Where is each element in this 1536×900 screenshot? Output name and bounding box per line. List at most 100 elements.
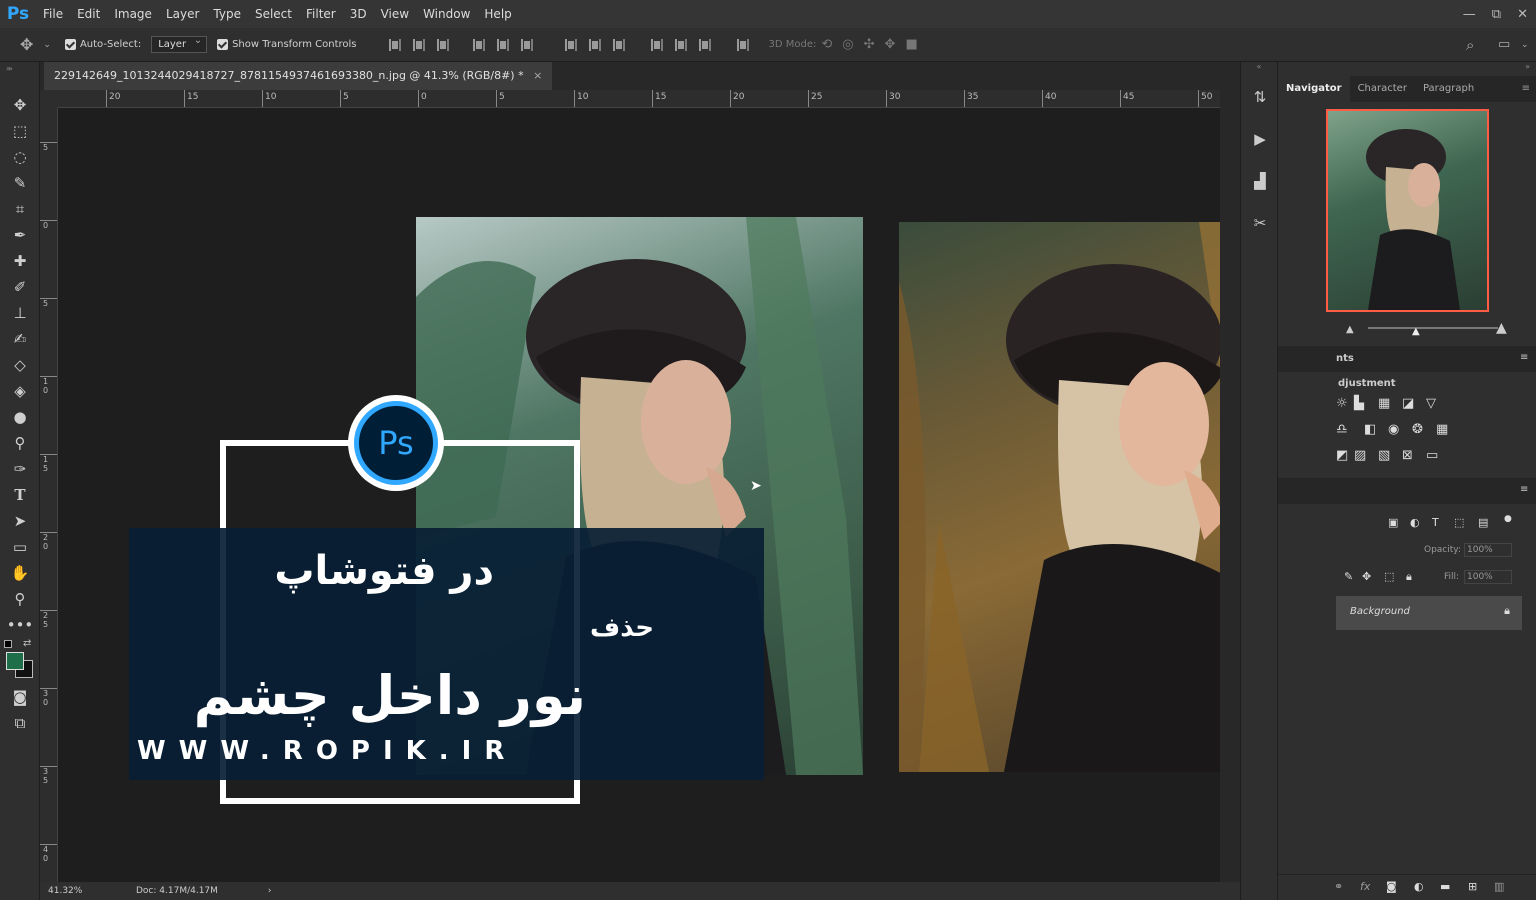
swap-colors-icon[interactable]: ⇄ (23, 638, 31, 649)
hand-tool-icon[interactable]: ✋ (0, 560, 40, 586)
lock-position-icon[interactable]: ✥ (1362, 570, 1371, 583)
align-right-icon[interactable] (520, 38, 533, 51)
filter-image-icon[interactable]: ▣ (1388, 516, 1398, 529)
new-group-icon[interactable]: ▬ (1440, 880, 1450, 893)
selective-color-icon[interactable]: ⊠ (1402, 448, 1413, 463)
align-top-icon[interactable] (388, 38, 401, 51)
collapse-icon[interactable]: » (1278, 62, 1536, 76)
distribute-vcenter-icon[interactable] (588, 38, 601, 51)
menu-type[interactable]: Type (206, 0, 248, 28)
chevron-down-icon[interactable]: ⌄ (43, 40, 51, 50)
channel-mixer-icon[interactable]: ❂ (1412, 422, 1423, 437)
brush-panel-icon[interactable]: ✂ (1241, 202, 1279, 244)
quick-mask-icon[interactable]: ◙ (0, 684, 40, 710)
workspace-icon[interactable]: ▭ (1498, 37, 1510, 52)
new-layer-icon[interactable]: ⊞ (1468, 880, 1477, 893)
move-tool-icon[interactable]: ✥ (20, 35, 33, 54)
clone-stamp-tool-icon[interactable]: ⊥ (0, 300, 40, 326)
screen-mode-icon[interactable]: ⧉ (0, 710, 40, 736)
auto-align-icon[interactable] (736, 38, 749, 51)
crop-tool-icon[interactable]: ⌗ (0, 196, 40, 222)
pen-tool-icon[interactable]: ✑ (0, 456, 40, 482)
minimize-button[interactable]: — (1463, 7, 1476, 22)
gradient-map-icon[interactable]: ▭ (1426, 448, 1438, 463)
tab-paragraph[interactable]: Paragraph (1415, 76, 1482, 102)
history-brush-tool-icon[interactable]: ✍ (0, 326, 40, 352)
healing-brush-tool-icon[interactable]: ✚ (0, 248, 40, 274)
lock-pixels-icon[interactable]: ✎ (1344, 570, 1353, 583)
distribute-bottom-icon[interactable] (612, 38, 625, 51)
lock-artboard-icon[interactable]: ⬚ (1384, 570, 1394, 583)
workspace-chevron-icon[interactable]: ⌄ (1521, 40, 1529, 50)
link-layers-icon[interactable]: ⚭ (1334, 880, 1343, 893)
eyedropper-tool-icon[interactable]: ✒ (0, 222, 40, 248)
show-transform-checkbox[interactable] (217, 39, 229, 50)
menu-edit[interactable]: Edit (70, 0, 107, 28)
panel-menu-icon[interactable]: ≡ (1522, 76, 1536, 102)
blur-tool-icon[interactable]: ● (0, 404, 40, 430)
filter-smart-object-icon[interactable]: ▤ (1478, 516, 1488, 529)
invert-icon[interactable]: ◩ (1336, 448, 1348, 463)
align-bottom-icon[interactable] (436, 38, 449, 51)
color-lookup-icon[interactable]: ▦ (1436, 422, 1448, 437)
rectangle-tool-icon[interactable]: ▭ (0, 534, 40, 560)
tab-adjustments[interactable]: nts (1336, 353, 1354, 364)
distribute-right-icon[interactable] (698, 38, 711, 51)
marquee-tool-icon[interactable]: ⬚ (0, 118, 40, 144)
eraser-tool-icon[interactable]: ◇ (0, 352, 40, 378)
histogram-panel-icon[interactable]: ▟ (1241, 160, 1279, 202)
fill-field[interactable]: 100% (1464, 570, 1512, 584)
3d-camera-icon[interactable]: ■ (905, 37, 917, 52)
history-panel-icon[interactable]: ⇅ (1241, 76, 1279, 118)
menu-select[interactable]: Select (248, 0, 299, 28)
expand-icon[interactable]: » (8, 64, 13, 73)
restore-button[interactable]: ⧉ (1492, 7, 1501, 22)
menu-3d[interactable]: 3D (343, 0, 374, 28)
threshold-icon[interactable]: ▧ (1378, 448, 1390, 463)
align-left-icon[interactable] (472, 38, 485, 51)
menu-view[interactable]: View (374, 0, 416, 28)
3d-drag-icon[interactable]: ✣ (864, 37, 875, 52)
distribute-top-icon[interactable] (564, 38, 577, 51)
auto-select-checkbox[interactable] (64, 39, 76, 50)
align-horizontal-center-icon[interactable] (496, 38, 509, 51)
lock-all-icon[interactable]: 🔒︎ (1406, 570, 1412, 584)
document-tab[interactable]: 229142649_1013244029418727_8781154937461… (44, 62, 553, 90)
filter-toggle-icon[interactable]: ● (1504, 514, 1512, 524)
zoom-slider[interactable] (1368, 327, 1498, 329)
3d-roll-icon[interactable]: ◎ (842, 37, 853, 52)
layer-lock-icon[interactable]: 🔒︎ (1504, 604, 1510, 618)
document-canvas[interactable]: در فتوشاپ حذف نور داخل چشم WWW.ROPIK.IR … (58, 108, 1220, 882)
menu-layer[interactable]: Layer (159, 0, 206, 28)
opacity-field[interactable]: 100% (1464, 543, 1512, 557)
navigator-thumbnail[interactable] (1326, 109, 1489, 312)
trash-icon[interactable]: ▥ (1494, 880, 1504, 893)
filter-shape-icon[interactable]: ⬚ (1454, 516, 1464, 529)
status-arrow[interactable]: › (268, 886, 272, 896)
panel-menu-icon[interactable]: ≡ (1520, 484, 1528, 495)
exposure-icon[interactable]: ◪ (1402, 396, 1414, 411)
filter-type-icon[interactable]: T (1432, 516, 1439, 529)
collapse-icon[interactable]: « (1241, 62, 1277, 76)
brush-tool-icon[interactable]: ✐ (0, 274, 40, 300)
menu-filter[interactable]: Filter (299, 0, 343, 28)
tab-character[interactable]: Character (1350, 76, 1415, 102)
tab-navigator[interactable]: Navigator (1278, 76, 1350, 102)
zoom-out-icon[interactable]: ▲ (1346, 324, 1354, 335)
panel-menu-icon[interactable]: ≡ (1520, 352, 1528, 363)
magic-wand-tool-icon[interactable]: ✎ (0, 170, 40, 196)
vibrance-icon[interactable]: ▽ (1426, 396, 1436, 411)
close-tab-button[interactable]: × (533, 69, 542, 82)
actions-panel-icon[interactable]: ▶ (1241, 118, 1279, 160)
path-selection-tool-icon[interactable]: ➤ (0, 508, 40, 534)
distribute-left-icon[interactable] (650, 38, 663, 51)
curves-icon[interactable]: ▦ (1378, 396, 1390, 411)
distribute-hcenter-icon[interactable] (674, 38, 687, 51)
dodge-tool-icon[interactable]: ⚲ (0, 430, 40, 456)
filter-adjustment-icon[interactable]: ◐ (1410, 516, 1420, 529)
photo-filter-icon[interactable]: ◉ (1388, 422, 1399, 437)
foreground-color-swatch[interactable] (6, 652, 24, 670)
color-balance-icon[interactable]: ◧ (1364, 422, 1376, 437)
3d-slide-icon[interactable]: ✥ (885, 37, 896, 52)
type-tool-icon[interactable]: T (0, 482, 40, 508)
